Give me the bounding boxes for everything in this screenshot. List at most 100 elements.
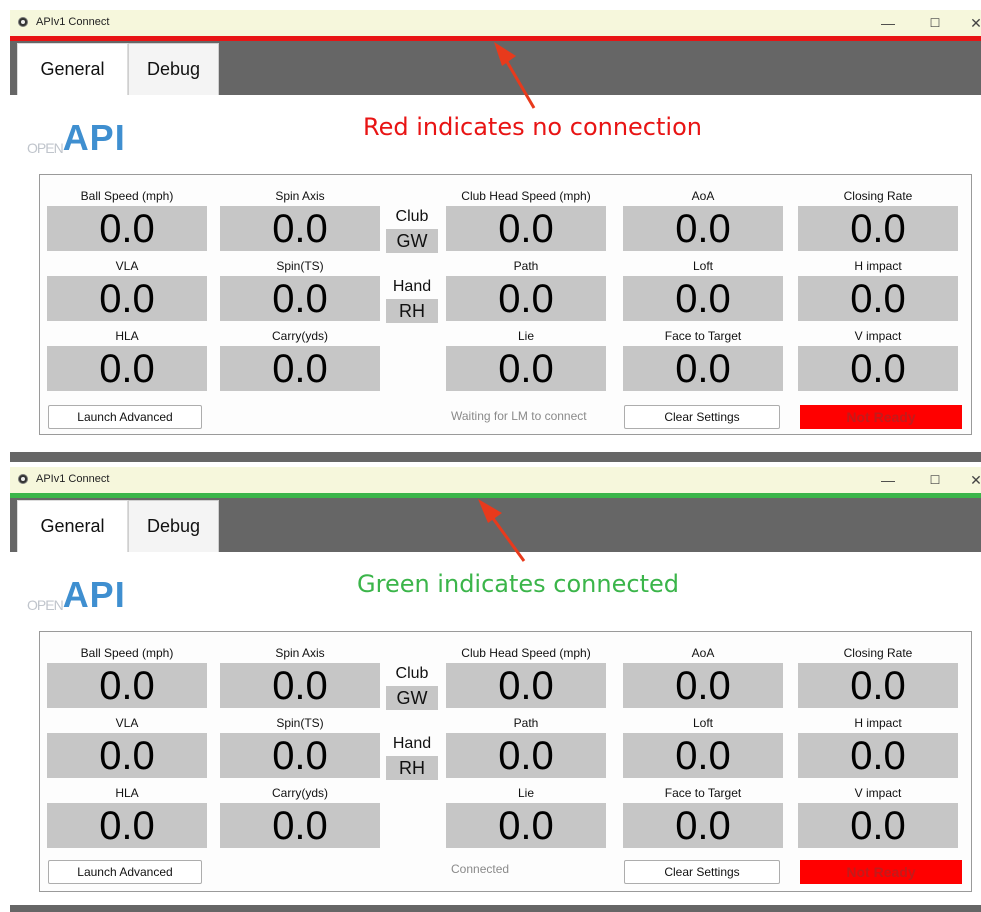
loft-label: Loft xyxy=(692,259,713,273)
hand-value: RH xyxy=(386,299,438,323)
general-panel: OPENAPI Green indicates connected Ball S… xyxy=(10,552,981,909)
aoa-label: AoA xyxy=(691,646,715,660)
launch-advanced-button[interactable]: Launch Advanced xyxy=(48,405,202,429)
closing-rate-value: 0.0 xyxy=(798,663,958,708)
title-bar: APIv1 Connect — ☐ ✕ xyxy=(10,10,981,36)
openapi-logo: OPENAPI xyxy=(27,120,126,160)
connection-status-text: Waiting for LM to connect xyxy=(451,409,587,423)
spin-axis-label: Spin Axis xyxy=(275,646,325,660)
vla-label: VLA xyxy=(115,716,139,730)
club-label: Club xyxy=(395,208,429,225)
loft-label: Loft xyxy=(692,716,713,730)
hla-value: 0.0 xyxy=(47,346,207,391)
hand-label: Hand xyxy=(392,735,432,752)
carry-label: Carry(yds) xyxy=(272,786,328,800)
h-impact-label: H impact xyxy=(854,716,902,730)
hand-value: RH xyxy=(386,756,438,780)
h-impact-value: 0.0 xyxy=(798,276,958,321)
club-value: GW xyxy=(386,229,438,253)
face-to-target-label: Face to Target xyxy=(664,329,742,343)
v-impact-value: 0.0 xyxy=(798,346,958,391)
logo-open-text: OPEN xyxy=(27,140,64,156)
annotation-text: Green indicates connected xyxy=(357,570,679,598)
window-title: APIv1 Connect xyxy=(36,16,110,28)
tab-debug[interactable]: Debug xyxy=(128,43,219,95)
window-title: APIv1 Connect xyxy=(36,473,110,485)
tab-general[interactable]: General xyxy=(17,500,128,552)
face-to-target-label: Face to Target xyxy=(664,786,742,800)
clear-settings-button[interactable]: Clear Settings xyxy=(624,405,780,429)
loft-value: 0.0 xyxy=(623,276,783,321)
ready-status-badge: Not Ready xyxy=(800,860,962,884)
aoa-label: AoA xyxy=(691,189,715,203)
close-button[interactable]: ✕ xyxy=(965,470,981,490)
general-panel: OPENAPI Red indicates no connection Ball… xyxy=(10,95,981,452)
path-label: Path xyxy=(513,259,539,273)
lie-value: 0.0 xyxy=(446,803,606,848)
connection-status-text: Connected xyxy=(451,862,510,876)
app-window-disconnected: APIv1 Connect — ☐ ✕ General Debug OPENAP… xyxy=(10,10,981,462)
clear-settings-button[interactable]: Clear Settings xyxy=(624,860,780,884)
hla-label: HLA xyxy=(115,786,139,800)
metrics-panel: Ball Speed (mph) 0.0 Spin Axis 0.0 Club … xyxy=(39,631,972,892)
h-impact-value: 0.0 xyxy=(798,733,958,778)
vla-value: 0.0 xyxy=(47,733,207,778)
spin-ts-label: Spin(TS) xyxy=(276,259,324,273)
logo-open-text: OPEN xyxy=(27,597,64,613)
carry-value: 0.0 xyxy=(220,346,380,391)
h-impact-label: H impact xyxy=(854,259,902,273)
carry-value: 0.0 xyxy=(220,803,380,848)
path-value: 0.0 xyxy=(446,733,606,778)
metrics-panel: Ball Speed (mph) 0.0 Spin Axis 0.0 Club … xyxy=(39,174,972,435)
app-icon xyxy=(18,474,28,484)
club-head-speed-label: Club Head Speed (mph) xyxy=(461,189,591,203)
club-head-speed-value: 0.0 xyxy=(446,206,606,251)
ball-speed-label: Ball Speed (mph) xyxy=(80,189,174,203)
closing-rate-value: 0.0 xyxy=(798,206,958,251)
openapi-logo: OPENAPI xyxy=(27,577,126,617)
app-window-connected: APIv1 Connect — ☐ ✕ General Debug OPENAP… xyxy=(10,467,981,912)
club-value: GW xyxy=(386,686,438,710)
window-bottom-edge xyxy=(10,452,981,462)
annotation-text: Red indicates no connection xyxy=(363,113,702,141)
ball-speed-value: 0.0 xyxy=(47,206,207,251)
face-to-target-value: 0.0 xyxy=(623,803,783,848)
vla-value: 0.0 xyxy=(47,276,207,321)
close-button[interactable]: ✕ xyxy=(965,13,981,33)
v-impact-label: V impact xyxy=(854,786,902,800)
lie-value: 0.0 xyxy=(446,346,606,391)
loft-value: 0.0 xyxy=(623,733,783,778)
spin-ts-label: Spin(TS) xyxy=(276,716,324,730)
closing-rate-label: Closing Rate xyxy=(843,646,913,660)
window-bottom-edge xyxy=(10,905,981,912)
minimize-button[interactable]: — xyxy=(877,470,899,490)
hla-label: HLA xyxy=(115,329,139,343)
maximize-button[interactable]: ☐ xyxy=(924,13,946,33)
closing-rate-label: Closing Rate xyxy=(843,189,913,203)
tab-debug[interactable]: Debug xyxy=(128,500,219,552)
tab-strip: General Debug xyxy=(10,498,981,552)
spin-ts-value: 0.0 xyxy=(220,733,380,778)
ball-speed-value: 0.0 xyxy=(47,663,207,708)
hla-value: 0.0 xyxy=(47,803,207,848)
v-impact-value: 0.0 xyxy=(798,803,958,848)
ball-speed-label: Ball Speed (mph) xyxy=(80,646,174,660)
tab-general[interactable]: General xyxy=(17,43,128,95)
hand-label: Hand xyxy=(392,278,432,295)
tab-strip: General Debug xyxy=(10,41,981,95)
carry-label: Carry(yds) xyxy=(272,329,328,343)
minimize-button[interactable]: — xyxy=(877,13,899,33)
lie-label: Lie xyxy=(517,786,534,800)
face-to-target-value: 0.0 xyxy=(623,346,783,391)
app-icon xyxy=(18,17,28,27)
launch-advanced-button[interactable]: Launch Advanced xyxy=(48,860,202,884)
spin-ts-value: 0.0 xyxy=(220,276,380,321)
maximize-button[interactable]: ☐ xyxy=(924,470,946,490)
aoa-value: 0.0 xyxy=(623,663,783,708)
spin-axis-label: Spin Axis xyxy=(275,189,325,203)
ready-status-badge: Not Ready xyxy=(800,405,962,429)
aoa-value: 0.0 xyxy=(623,206,783,251)
lie-label: Lie xyxy=(517,329,534,343)
logo-api-text: API xyxy=(62,117,126,158)
logo-api-text: API xyxy=(62,574,126,615)
